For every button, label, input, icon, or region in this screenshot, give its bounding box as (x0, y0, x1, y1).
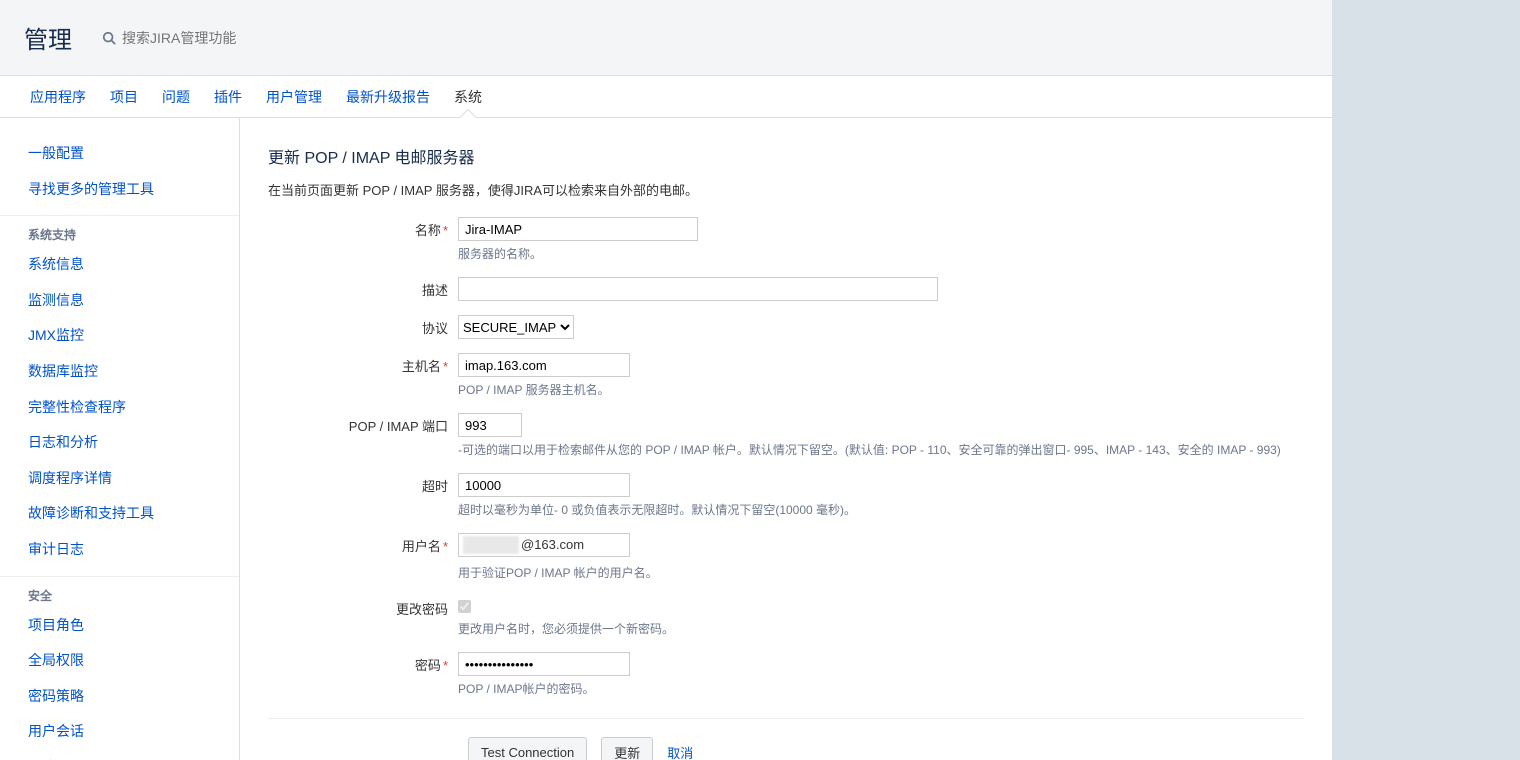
username-domain: @163.com (521, 537, 584, 552)
sidebar-log-analysis[interactable]: 日志和分析 (0, 427, 239, 459)
admin-tabs: 应用程序 项目 问题 插件 用户管理 最新升级报告 系统 (0, 76, 1332, 118)
admin-search-input[interactable] (122, 30, 342, 46)
sidebar-user-sessions[interactable]: 用户会话 (0, 716, 239, 748)
help-change-password: 更改用户名时，您必须提供一个新密码。 (458, 620, 1304, 638)
label-timeout: 超时 (268, 473, 458, 519)
checkbox-change-password (458, 600, 471, 613)
tab-issues[interactable]: 问题 (152, 76, 200, 117)
sidebar-heading-system-support: 系统支持 (0, 215, 239, 249)
row-protocol: 协议 SECURE_IMAP (268, 315, 1304, 339)
test-connection-button[interactable]: Test Connection (468, 737, 587, 760)
input-port[interactable] (458, 413, 522, 437)
label-port: POP / IMAP 端口 (268, 413, 458, 459)
sidebar-find-more-tools[interactable]: 寻找更多的管理工具 (0, 174, 239, 206)
cancel-link[interactable]: 取消 (667, 743, 693, 760)
help-hostname: POP / IMAP 服务器主机名。 (458, 381, 1304, 399)
page-intro: 在当前页面更新 POP / IMAP 服务器，使得JIRA可以检索来自外部的电邮… (268, 180, 1304, 199)
row-port: POP / IMAP 端口 -可选的端口以用于检索邮件从您的 POP / IMA… (268, 413, 1304, 459)
label-description: 描述 (268, 277, 458, 301)
update-button[interactable]: 更新 (601, 737, 653, 760)
tab-projects[interactable]: 项目 (100, 76, 148, 117)
input-timeout[interactable] (458, 473, 630, 497)
sidebar-password-policy[interactable]: 密码策略 (0, 681, 239, 713)
label-change-password: 更改密码 (268, 596, 458, 638)
sidebar-troubleshoot[interactable]: 故障诊断和支持工具 (0, 498, 239, 530)
main-content: 更新 POP / IMAP 电邮服务器 在当前页面更新 POP / IMAP 服… (240, 118, 1332, 760)
input-name[interactable] (458, 217, 698, 241)
input-hostname[interactable] (458, 353, 630, 377)
label-hostname: 主机名* (268, 353, 458, 399)
row-change-password: 更改密码 更改用户名时，您必须提供一个新密码。 (268, 596, 1304, 638)
tab-system[interactable]: 系统 (444, 76, 492, 117)
sidebar: 一般配置 寻找更多的管理工具 系统支持 系统信息 监测信息 JMX监控 数据库监… (0, 118, 240, 760)
sidebar-remember-me[interactable]: 记住我登录 (0, 752, 239, 760)
button-row: Test Connection 更新 取消 (268, 737, 1304, 760)
sidebar-general-config[interactable]: 一般配置 (0, 138, 239, 170)
admin-title: 管理 (24, 20, 72, 55)
help-timeout: 超时以毫秒为单位- 0 或负值表示无限超时。默认情况下留空(10000 毫秒)。 (458, 501, 1304, 519)
sidebar-project-roles[interactable]: 项目角色 (0, 610, 239, 642)
label-username: 用户名* (268, 533, 458, 582)
input-description[interactable] (458, 277, 938, 301)
tab-plugins[interactable]: 插件 (204, 76, 252, 117)
search-icon (102, 31, 116, 45)
select-protocol[interactable]: SECURE_IMAP (458, 315, 574, 339)
sidebar-global-perms[interactable]: 全局权限 (0, 645, 239, 677)
body: 一般配置 寻找更多的管理工具 系统支持 系统信息 监测信息 JMX监控 数据库监… (0, 118, 1332, 760)
app-window: 管理 应用程序 项目 问题 插件 用户管理 最新升级报告 系统 一般配置 寻找更… (0, 0, 1332, 760)
row-username: 用户名* @163.com 用于验证POP / IMAP 帐户的用户名。 (268, 533, 1304, 582)
admin-search[interactable] (102, 30, 342, 46)
help-name: 服务器的名称。 (458, 245, 1304, 263)
input-password[interactable] (458, 652, 630, 676)
tab-upgrade-report[interactable]: 最新升级报告 (336, 76, 440, 117)
page-title: 更新 POP / IMAP 电邮服务器 (268, 144, 1304, 168)
label-name: 名称* (268, 217, 458, 263)
row-description: 描述 (268, 277, 1304, 301)
form-divider (268, 718, 1304, 719)
help-username: 用于验证POP / IMAP 帐户的用户名。 (458, 564, 1304, 582)
sidebar-system-info[interactable]: 系统信息 (0, 249, 239, 281)
username-redacted-part (463, 536, 519, 554)
sidebar-heading-security: 安全 (0, 576, 239, 610)
sidebar-jmx[interactable]: JMX监控 (0, 320, 239, 352)
tab-apps[interactable]: 应用程序 (20, 76, 96, 117)
sidebar-audit-log[interactable]: 审计日志 (0, 534, 239, 566)
help-port: -可选的端口以用于检索邮件从您的 POP / IMAP 帐户。默认情况下留空。(… (458, 441, 1304, 459)
row-name: 名称* 服务器的名称。 (268, 217, 1304, 263)
sidebar-db-monitor[interactable]: 数据库监控 (0, 356, 239, 388)
tab-users[interactable]: 用户管理 (256, 76, 332, 117)
row-hostname: 主机名* POP / IMAP 服务器主机名。 (268, 353, 1304, 399)
input-username[interactable]: @163.com (458, 533, 630, 557)
row-password: 密码* POP / IMAP帐户的密码。 (268, 652, 1304, 698)
label-password: 密码* (268, 652, 458, 698)
sidebar-scheduler-details[interactable]: 调度程序详情 (0, 463, 239, 495)
row-timeout: 超时 超时以毫秒为单位- 0 或负值表示无限超时。默认情况下留空(10000 毫… (268, 473, 1304, 519)
sidebar-monitoring-info[interactable]: 监测信息 (0, 285, 239, 317)
sidebar-integrity-check[interactable]: 完整性检查程序 (0, 392, 239, 424)
label-protocol: 协议 (268, 315, 458, 339)
help-password: POP / IMAP帐户的密码。 (458, 680, 1304, 698)
admin-header: 管理 (0, 0, 1332, 76)
